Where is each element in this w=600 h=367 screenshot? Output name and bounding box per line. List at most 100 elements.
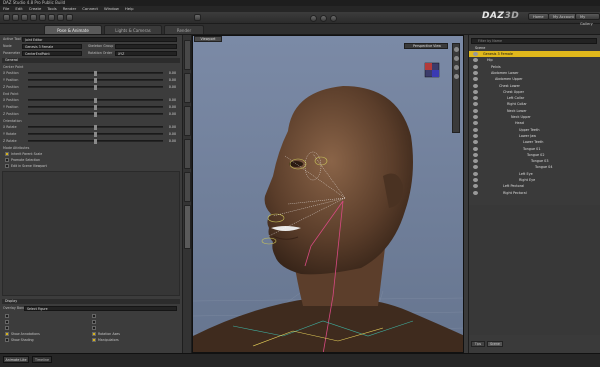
slider-rotate-x[interactable]: X Rotate 0.00 xyxy=(3,124,179,130)
visibility-eye-icon[interactable] xyxy=(473,89,478,94)
slider-center-x[interactable]: X Position 0.00 xyxy=(3,70,179,76)
visibility-eye-icon[interactable] xyxy=(473,121,478,126)
rotation-axes-checkbox[interactable] xyxy=(92,332,96,336)
3d-viewport[interactable] xyxy=(192,35,464,353)
inherit-parent-scale-checkbox[interactable] xyxy=(5,152,9,156)
manipulators-checkbox[interactable] xyxy=(92,338,96,342)
visibility-eye-icon[interactable] xyxy=(473,140,478,145)
node-select[interactable]: Genesis 3 Female xyxy=(22,44,82,49)
visibility-eye-icon[interactable] xyxy=(473,146,478,151)
scene-tree-item[interactable]: Left Collar xyxy=(469,95,600,101)
tab-pose-animate[interactable]: Pose & Animate xyxy=(44,25,102,34)
scene-tree-item[interactable]: Tongue 03 xyxy=(469,158,600,164)
parameter-select[interactable]: CenterEndPoint xyxy=(22,51,82,56)
scene-tree-item[interactable]: Neck Upper xyxy=(469,114,600,120)
redo-icon[interactable] xyxy=(39,14,46,21)
viewport-tool-icon[interactable] xyxy=(194,14,201,21)
visibility-eye-icon[interactable] xyxy=(473,70,478,75)
display-section-header[interactable]: Display xyxy=(2,299,180,304)
slider-end-y[interactable]: Y Position 0.00 xyxy=(3,104,179,110)
translate-tool-icon[interactable] xyxy=(320,15,327,22)
scene-tree-item[interactable]: Pelvis xyxy=(469,64,600,70)
viewport-tab[interactable]: Viewport xyxy=(194,36,222,42)
slider-center-y[interactable]: Y Position 0.00 xyxy=(3,77,179,83)
show-annotations-checkbox[interactable] xyxy=(5,332,9,336)
slider-rotate-z[interactable]: Z Rotate 0.00 xyxy=(3,138,179,144)
open-icon[interactable] xyxy=(12,14,19,21)
side-tab-2[interactable] xyxy=(184,73,191,103)
scene-tree-item[interactable]: Chest Lower xyxy=(469,83,600,89)
overlay-bones-select[interactable]: Select Figure xyxy=(24,306,177,311)
side-tab-1[interactable] xyxy=(184,40,191,70)
visibility-eye-icon[interactable] xyxy=(473,77,478,82)
display-option-4-checkbox[interactable] xyxy=(92,314,96,318)
undo-icon[interactable] xyxy=(30,14,37,21)
display-option-1-checkbox[interactable] xyxy=(5,314,9,318)
visibility-eye-icon[interactable] xyxy=(473,178,478,182)
show-shading-checkbox[interactable] xyxy=(5,338,9,342)
visibility-eye-icon[interactable] xyxy=(473,159,478,164)
promote-selection-checkbox[interactable] xyxy=(5,158,9,162)
scene-icon[interactable] xyxy=(57,14,64,21)
display-option-3-checkbox[interactable] xyxy=(5,326,9,330)
slider-rotate-y[interactable]: Y Rotate 0.00 xyxy=(3,131,179,137)
tab-scene[interactable]: Scene xyxy=(487,341,503,347)
scene-tree-item[interactable]: Chest Upper xyxy=(469,89,600,95)
scene-tree-item[interactable]: Left Eye xyxy=(469,171,600,177)
frame-icon[interactable] xyxy=(454,74,459,79)
slider-end-x[interactable]: X Position 0.00 xyxy=(3,97,179,103)
display-option-6-checkbox[interactable] xyxy=(92,326,96,330)
scene-tree-item[interactable]: Right Collar xyxy=(469,101,600,107)
new-icon[interactable] xyxy=(3,14,10,21)
scene-tree-item[interactable]: Tongue 01 xyxy=(469,146,600,152)
visibility-eye-icon[interactable] xyxy=(473,127,478,132)
tab-tips[interactable]: Tips xyxy=(471,341,485,347)
visibility-eye-icon[interactable] xyxy=(473,184,478,189)
visibility-eye-icon[interactable] xyxy=(473,52,478,56)
side-tab-joint-editor[interactable] xyxy=(184,205,191,249)
edit-in-viewport-checkbox[interactable] xyxy=(5,164,9,168)
visibility-eye-icon[interactable] xyxy=(473,108,478,113)
visibility-eye-icon[interactable] xyxy=(473,152,478,157)
display-option-5-checkbox[interactable] xyxy=(92,320,96,324)
camera-select[interactable]: Perspective View xyxy=(404,43,448,49)
active-tool-select[interactable]: Joint Editor xyxy=(22,37,177,42)
rotate-tool-icon[interactable] xyxy=(310,15,317,22)
scene-tree-item[interactable]: Upper Teeth xyxy=(469,127,600,133)
pan-icon[interactable] xyxy=(454,56,459,61)
scene-tree-item[interactable]: Head xyxy=(469,120,600,126)
my-gallery-button[interactable]: My Gallery xyxy=(575,13,600,26)
side-tab-3[interactable] xyxy=(184,106,191,136)
visibility-eye-icon[interactable] xyxy=(473,64,478,69)
visibility-eye-icon[interactable] xyxy=(473,190,478,195)
visibility-eye-icon[interactable] xyxy=(473,171,478,176)
scene-tree-item[interactable]: Genesis 3 Female xyxy=(469,51,600,57)
scene-tree-item[interactable]: Lower Jaw xyxy=(469,133,600,139)
zoom-icon[interactable] xyxy=(454,65,459,70)
visibility-eye-icon[interactable] xyxy=(473,58,478,63)
side-tab-4[interactable] xyxy=(184,139,191,169)
scene-search-input[interactable]: Filter by Name xyxy=(471,38,597,44)
orbit-icon[interactable] xyxy=(454,47,459,52)
general-section-header[interactable]: General xyxy=(2,58,180,63)
scene-tree-item[interactable]: Tongue 02 xyxy=(469,152,600,158)
scene-tree-item[interactable]: Left Pectoral xyxy=(469,183,600,189)
slider-center-z[interactable]: Z Position 0.00 xyxy=(3,84,179,90)
scene-tree-item[interactable]: Abdomen Upper xyxy=(469,76,600,82)
home-button[interactable]: Home xyxy=(528,13,549,20)
tab-timeline[interactable]: Timeline xyxy=(32,356,52,363)
side-tab-5[interactable] xyxy=(184,172,191,202)
visibility-eye-icon[interactable] xyxy=(473,133,478,138)
tab-lights-cameras[interactable]: Lights & Cameras xyxy=(104,25,162,34)
scene-tree-item[interactable]: Right Eye xyxy=(469,177,600,183)
scene-tree-item[interactable]: Neck Lower xyxy=(469,108,600,114)
visibility-eye-icon[interactable] xyxy=(473,96,478,101)
scale-tool-icon[interactable] xyxy=(330,15,337,22)
visibility-eye-icon[interactable] xyxy=(473,102,478,107)
scene-tree-item[interactable]: Hip xyxy=(469,57,600,63)
visibility-eye-icon[interactable] xyxy=(473,115,478,119)
skeleton-group-select[interactable] xyxy=(115,44,177,49)
select-icon[interactable] xyxy=(66,14,73,21)
scene-tree-item[interactable]: Abdomen Lower xyxy=(469,70,600,76)
slider-end-z[interactable]: Z Position 0.00 xyxy=(3,111,179,117)
